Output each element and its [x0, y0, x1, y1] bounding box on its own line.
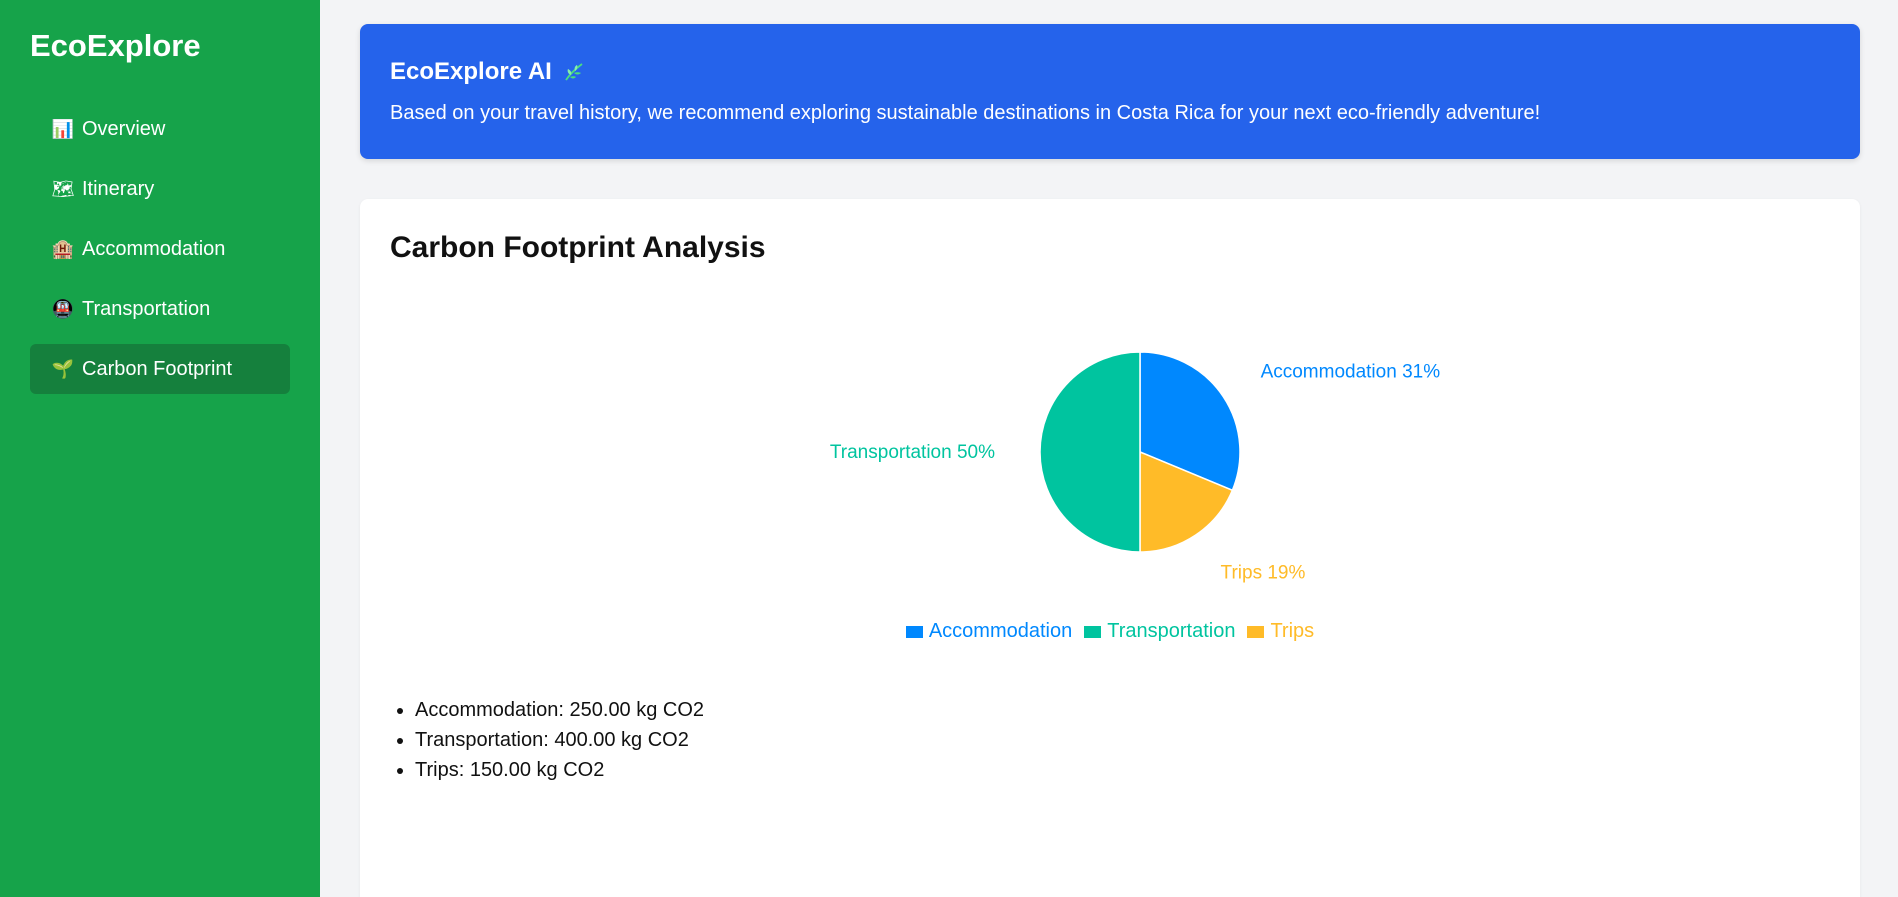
- legend-swatch: [1084, 625, 1102, 638]
- legend-label: Trips: [1270, 620, 1315, 642]
- ai-banner-title: EcoExplore AI: [390, 58, 552, 85]
- sidebar-item-label: Itinerary: [82, 177, 155, 200]
- sidebar-item-itinerary[interactable]: 🗺 Itinerary: [30, 164, 290, 214]
- sidebar-item-carbon-footprint[interactable]: 🌱 Carbon Footprint: [30, 344, 290, 394]
- pie-slice-transportation: [1039, 351, 1141, 553]
- legend-item: Transportation: [1084, 620, 1235, 643]
- emissions-breakdown-list: Accommodation: 250.00 kg CO2Transportati…: [390, 695, 1830, 785]
- legend-label: Transportation: [1107, 620, 1236, 642]
- legend-swatch: [905, 625, 923, 638]
- list-item: Transportation: 400.00 kg CO2: [415, 725, 1830, 755]
- ai-banner-message: Based on your travel history, we recomme…: [390, 102, 1541, 124]
- sidebar-item-label: Overview: [82, 117, 166, 140]
- brand-title: EcoExplore: [30, 28, 201, 63]
- card-title: Carbon Footprint Analysis: [390, 231, 766, 264]
- sidebar-item-overview[interactable]: 📊 Overview: [30, 104, 290, 154]
- sidebar-item-label: Accommodation: [82, 237, 226, 260]
- legend-label: Accommodation: [928, 620, 1073, 642]
- leaf-icon: [565, 63, 583, 81]
- seedling-icon: 🌱: [51, 359, 75, 379]
- legend-item: Trips: [1247, 620, 1314, 643]
- chart-legend: Accommodation Transportation Trips: [390, 620, 1830, 643]
- train-icon: 🚇: [51, 299, 75, 319]
- slice-label: Trips 19%: [1221, 563, 1306, 584]
- sidebar-item-transportation[interactable]: 🚇 Transportation: [30, 284, 290, 334]
- ai-recommendation-banner: EcoExplore AI Based on your travel histo…: [360, 24, 1860, 159]
- legend-item: Accommodation: [905, 620, 1073, 643]
- map-icon: 🗺: [51, 179, 75, 199]
- sidebar-item-label: Carbon Footprint: [82, 357, 233, 380]
- slice-label: Accommodation 31%: [1261, 361, 1441, 382]
- legend-swatch: [1247, 625, 1265, 638]
- pie-chart-container: Accommodation 31% Trips 19% Transportation…: [390, 275, 1830, 695]
- sidebar-nav: 📊 Overview 🗺 Itinerary 🏨 Accommodation 🚇 Transp…: [30, 104, 290, 394]
- main-content: EcoExplore AI Based on your travel histo…: [360, 24, 1860, 897]
- sidebar-item-accommodation[interactable]: 🏨 Accommodation: [30, 224, 290, 274]
- sidebar-item-label: Transportation: [82, 297, 211, 320]
- hotel-icon: 🏨: [51, 239, 75, 259]
- list-item: Trips: 150.00 kg CO2: [415, 755, 1830, 785]
- bar-chart-icon: 📊: [51, 119, 75, 139]
- list-item: Accommodation: 250.00 kg CO2: [415, 695, 1830, 725]
- slice-label: Transportation 50%: [830, 442, 995, 463]
- sidebar: EcoExplore 📊 Overview 🗺 Itinerary 🏨 Accommoda…: [0, 0, 320, 897]
- ai-banner-title-row: EcoExplore AI: [390, 58, 1830, 86]
- carbon-footprint-card: Carbon Footprint Analysis Accommodation …: [360, 199, 1860, 897]
